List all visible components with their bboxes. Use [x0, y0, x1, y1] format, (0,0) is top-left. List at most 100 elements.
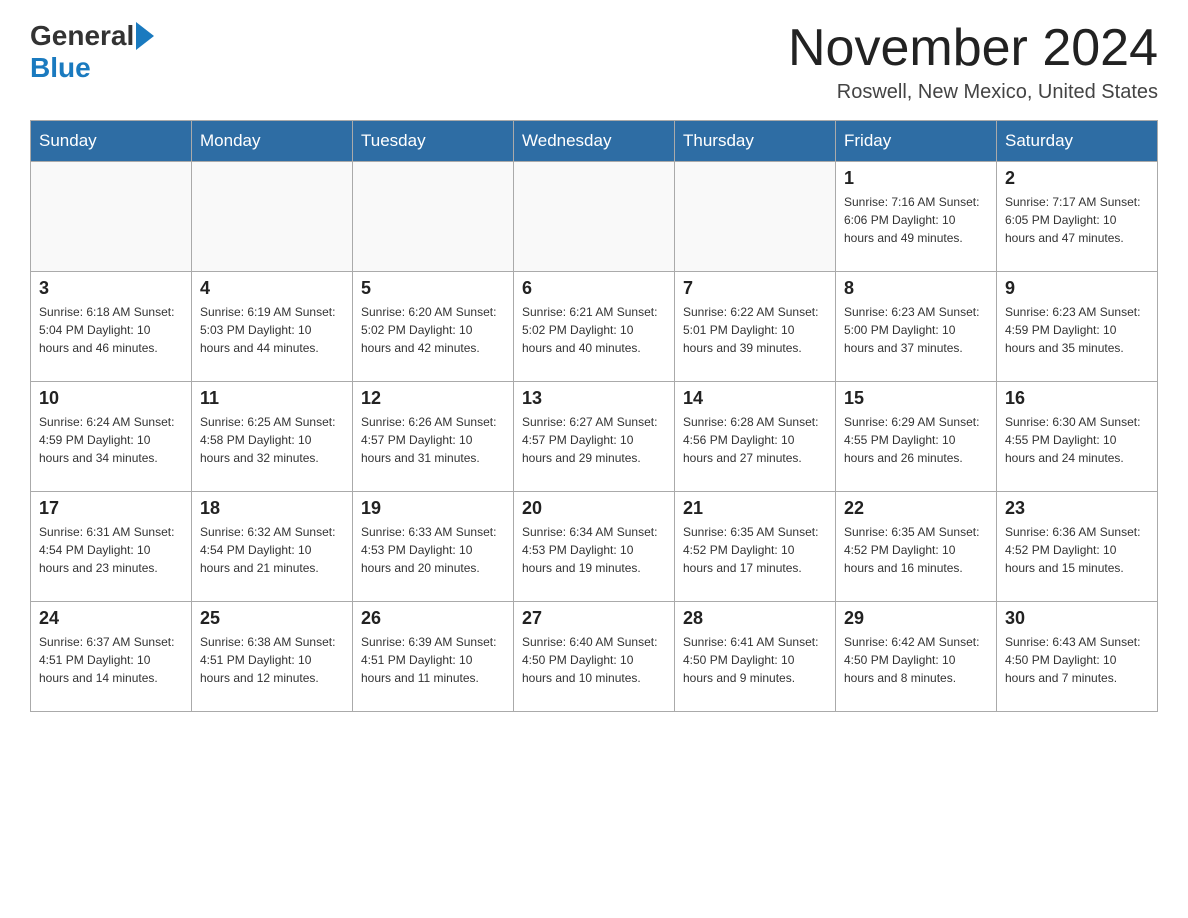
day-number: 8: [844, 278, 988, 299]
page-header: General Blue November 2024 Roswell, New …: [30, 20, 1158, 104]
calendar-cell: 13 Sunrise: 6:27 AM Sunset: 4:57 PM Dayli…: [514, 382, 675, 492]
calendar-cell: 5 Sunrise: 6:20 AM Sunset: 5:02 PM Daylig…: [353, 272, 514, 382]
day-info: Sunrise: 7:16 AM Sunset: 6:06 PM Dayligh…: [844, 193, 988, 247]
day-number: 22: [844, 498, 988, 519]
day-number: 13: [522, 388, 666, 409]
day-info: Sunrise: 6:26 AM Sunset: 4:57 PM Dayligh…: [361, 413, 505, 467]
calendar-cell: 27 Sunrise: 6:40 AM Sunset: 4:50 PM Dayli…: [514, 602, 675, 712]
day-info: Sunrise: 6:32 AM Sunset: 4:54 PM Dayligh…: [200, 523, 344, 577]
day-info: Sunrise: 6:36 AM Sunset: 4:52 PM Dayligh…: [1005, 523, 1149, 577]
day-number: 1: [844, 168, 988, 189]
calendar-cell: 23 Sunrise: 6:36 AM Sunset: 4:52 PM Dayli…: [997, 492, 1158, 602]
day-info: Sunrise: 6:35 AM Sunset: 4:52 PM Dayligh…: [844, 523, 988, 577]
day-number: 18: [200, 498, 344, 519]
logo-arrow-icon: [136, 22, 154, 50]
day-number: 24: [39, 608, 183, 629]
calendar-cell: 21 Sunrise: 6:35 AM Sunset: 4:52 PM Dayli…: [675, 492, 836, 602]
day-of-week-header: Wednesday: [514, 121, 675, 162]
day-info: Sunrise: 6:42 AM Sunset: 4:50 PM Dayligh…: [844, 633, 988, 687]
calendar-cell: 15 Sunrise: 6:29 AM Sunset: 4:55 PM Dayli…: [836, 382, 997, 492]
calendar-cell: [514, 162, 675, 272]
calendar-table: SundayMondayTuesdayWednesdayThursdayFrid…: [30, 120, 1158, 712]
day-number: 23: [1005, 498, 1149, 519]
day-number: 21: [683, 498, 827, 519]
day-number: 19: [361, 498, 505, 519]
day-number: 15: [844, 388, 988, 409]
calendar-cell: 22 Sunrise: 6:35 AM Sunset: 4:52 PM Dayli…: [836, 492, 997, 602]
calendar-cell: 8 Sunrise: 6:23 AM Sunset: 5:00 PM Daylig…: [836, 272, 997, 382]
day-of-week-header: Sunday: [31, 121, 192, 162]
day-info: Sunrise: 6:37 AM Sunset: 4:51 PM Dayligh…: [39, 633, 183, 687]
title-section: November 2024 Roswell, New Mexico, Unite…: [788, 20, 1158, 104]
day-number: 11: [200, 388, 344, 409]
day-info: Sunrise: 6:21 AM Sunset: 5:02 PM Dayligh…: [522, 303, 666, 357]
day-number: 14: [683, 388, 827, 409]
day-info: Sunrise: 6:19 AM Sunset: 5:03 PM Dayligh…: [200, 303, 344, 357]
calendar-cell: 24 Sunrise: 6:37 AM Sunset: 4:51 PM Dayli…: [31, 602, 192, 712]
day-number: 20: [522, 498, 666, 519]
calendar-cell: 9 Sunrise: 6:23 AM Sunset: 4:59 PM Daylig…: [997, 272, 1158, 382]
day-info: Sunrise: 6:39 AM Sunset: 4:51 PM Dayligh…: [361, 633, 505, 687]
location-text: Roswell, New Mexico, United States: [788, 81, 1158, 104]
calendar-cell: 14 Sunrise: 6:28 AM Sunset: 4:56 PM Dayli…: [675, 382, 836, 492]
day-of-week-header: Saturday: [997, 121, 1158, 162]
calendar-cell: 6 Sunrise: 6:21 AM Sunset: 5:02 PM Daylig…: [514, 272, 675, 382]
day-info: Sunrise: 6:18 AM Sunset: 5:04 PM Dayligh…: [39, 303, 183, 357]
day-number: 5: [361, 278, 505, 299]
day-info: Sunrise: 6:35 AM Sunset: 4:52 PM Dayligh…: [683, 523, 827, 577]
day-number: 9: [1005, 278, 1149, 299]
day-number: 10: [39, 388, 183, 409]
day-info: Sunrise: 6:38 AM Sunset: 4:51 PM Dayligh…: [200, 633, 344, 687]
logo-blue-text: Blue: [30, 52, 91, 84]
day-info: Sunrise: 6:23 AM Sunset: 5:00 PM Dayligh…: [844, 303, 988, 357]
day-info: Sunrise: 6:27 AM Sunset: 4:57 PM Dayligh…: [522, 413, 666, 467]
day-number: 7: [683, 278, 827, 299]
calendar-cell: 25 Sunrise: 6:38 AM Sunset: 4:51 PM Dayli…: [192, 602, 353, 712]
day-number: 16: [1005, 388, 1149, 409]
day-info: Sunrise: 6:33 AM Sunset: 4:53 PM Dayligh…: [361, 523, 505, 577]
calendar-cell: 28 Sunrise: 6:41 AM Sunset: 4:50 PM Dayli…: [675, 602, 836, 712]
day-info: Sunrise: 6:41 AM Sunset: 4:50 PM Dayligh…: [683, 633, 827, 687]
calendar-cell: 30Sunrise: 6:43 AM Sunset: 4:50 PM Dayli…: [997, 602, 1158, 712]
day-info: Sunrise: 6:28 AM Sunset: 4:56 PM Dayligh…: [683, 413, 827, 467]
calendar-week-row: 10 Sunrise: 6:24 AM Sunset: 4:59 PM Dayli…: [31, 382, 1158, 492]
day-number: 12: [361, 388, 505, 409]
calendar-cell: 20Sunrise: 6:34 AM Sunset: 4:53 PM Dayli…: [514, 492, 675, 602]
day-number: 3: [39, 278, 183, 299]
day-number: 25: [200, 608, 344, 629]
day-info: Sunrise: 6:25 AM Sunset: 4:58 PM Dayligh…: [200, 413, 344, 467]
calendar-cell: 16 Sunrise: 6:30 AM Sunset: 4:55 PM Dayli…: [997, 382, 1158, 492]
day-info: Sunrise: 6:29 AM Sunset: 4:55 PM Dayligh…: [844, 413, 988, 467]
calendar-cell: [192, 162, 353, 272]
day-number: 4: [200, 278, 344, 299]
calendar-cell: 7 Sunrise: 6:22 AM Sunset: 5:01 PM Daylig…: [675, 272, 836, 382]
day-number: 28: [683, 608, 827, 629]
month-title: November 2024: [788, 20, 1158, 77]
day-info: Sunrise: 6:24 AM Sunset: 4:59 PM Dayligh…: [39, 413, 183, 467]
day-info: Sunrise: 6:40 AM Sunset: 4:50 PM Dayligh…: [522, 633, 666, 687]
day-info: Sunrise: 7:17 AM Sunset: 6:05 PM Dayligh…: [1005, 193, 1149, 247]
day-info: Sunrise: 6:23 AM Sunset: 4:59 PM Dayligh…: [1005, 303, 1149, 357]
day-number: 17: [39, 498, 183, 519]
calendar-cell: 17Sunrise: 6:31 AM Sunset: 4:54 PM Dayli…: [31, 492, 192, 602]
calendar-week-row: 3 Sunrise: 6:18 AM Sunset: 5:04 PM Daylig…: [31, 272, 1158, 382]
day-number: 6: [522, 278, 666, 299]
calendar-cell: [675, 162, 836, 272]
calendar-cell: 3 Sunrise: 6:18 AM Sunset: 5:04 PM Daylig…: [31, 272, 192, 382]
day-number: 27: [522, 608, 666, 629]
calendar-cell: 2Sunrise: 7:17 AM Sunset: 6:05 PM Daylig…: [997, 162, 1158, 272]
calendar-cell: 11 Sunrise: 6:25 AM Sunset: 4:58 PM Dayli…: [192, 382, 353, 492]
calendar-cell: 26Sunrise: 6:39 AM Sunset: 4:51 PM Dayli…: [353, 602, 514, 712]
day-info: Sunrise: 6:43 AM Sunset: 4:50 PM Dayligh…: [1005, 633, 1149, 687]
day-info: Sunrise: 6:30 AM Sunset: 4:55 PM Dayligh…: [1005, 413, 1149, 467]
calendar-header-row: SundayMondayTuesdayWednesdayThursdayFrid…: [31, 121, 1158, 162]
calendar-cell: 12 Sunrise: 6:26 AM Sunset: 4:57 PM Dayli…: [353, 382, 514, 492]
day-info: Sunrise: 6:22 AM Sunset: 5:01 PM Dayligh…: [683, 303, 827, 357]
day-info: Sunrise: 6:20 AM Sunset: 5:02 PM Dayligh…: [361, 303, 505, 357]
calendar-cell: 10 Sunrise: 6:24 AM Sunset: 4:59 PM Dayli…: [31, 382, 192, 492]
day-of-week-header: Friday: [836, 121, 997, 162]
calendar-cell: 29Sunrise: 6:42 AM Sunset: 4:50 PM Dayli…: [836, 602, 997, 712]
calendar-week-row: 1 Sunrise: 7:16 AM Sunset: 6:06 PM Daylig…: [31, 162, 1158, 272]
calendar-cell: 19 Sunrise: 6:33 AM Sunset: 4:53 PM Dayli…: [353, 492, 514, 602]
day-of-week-header: Thursday: [675, 121, 836, 162]
